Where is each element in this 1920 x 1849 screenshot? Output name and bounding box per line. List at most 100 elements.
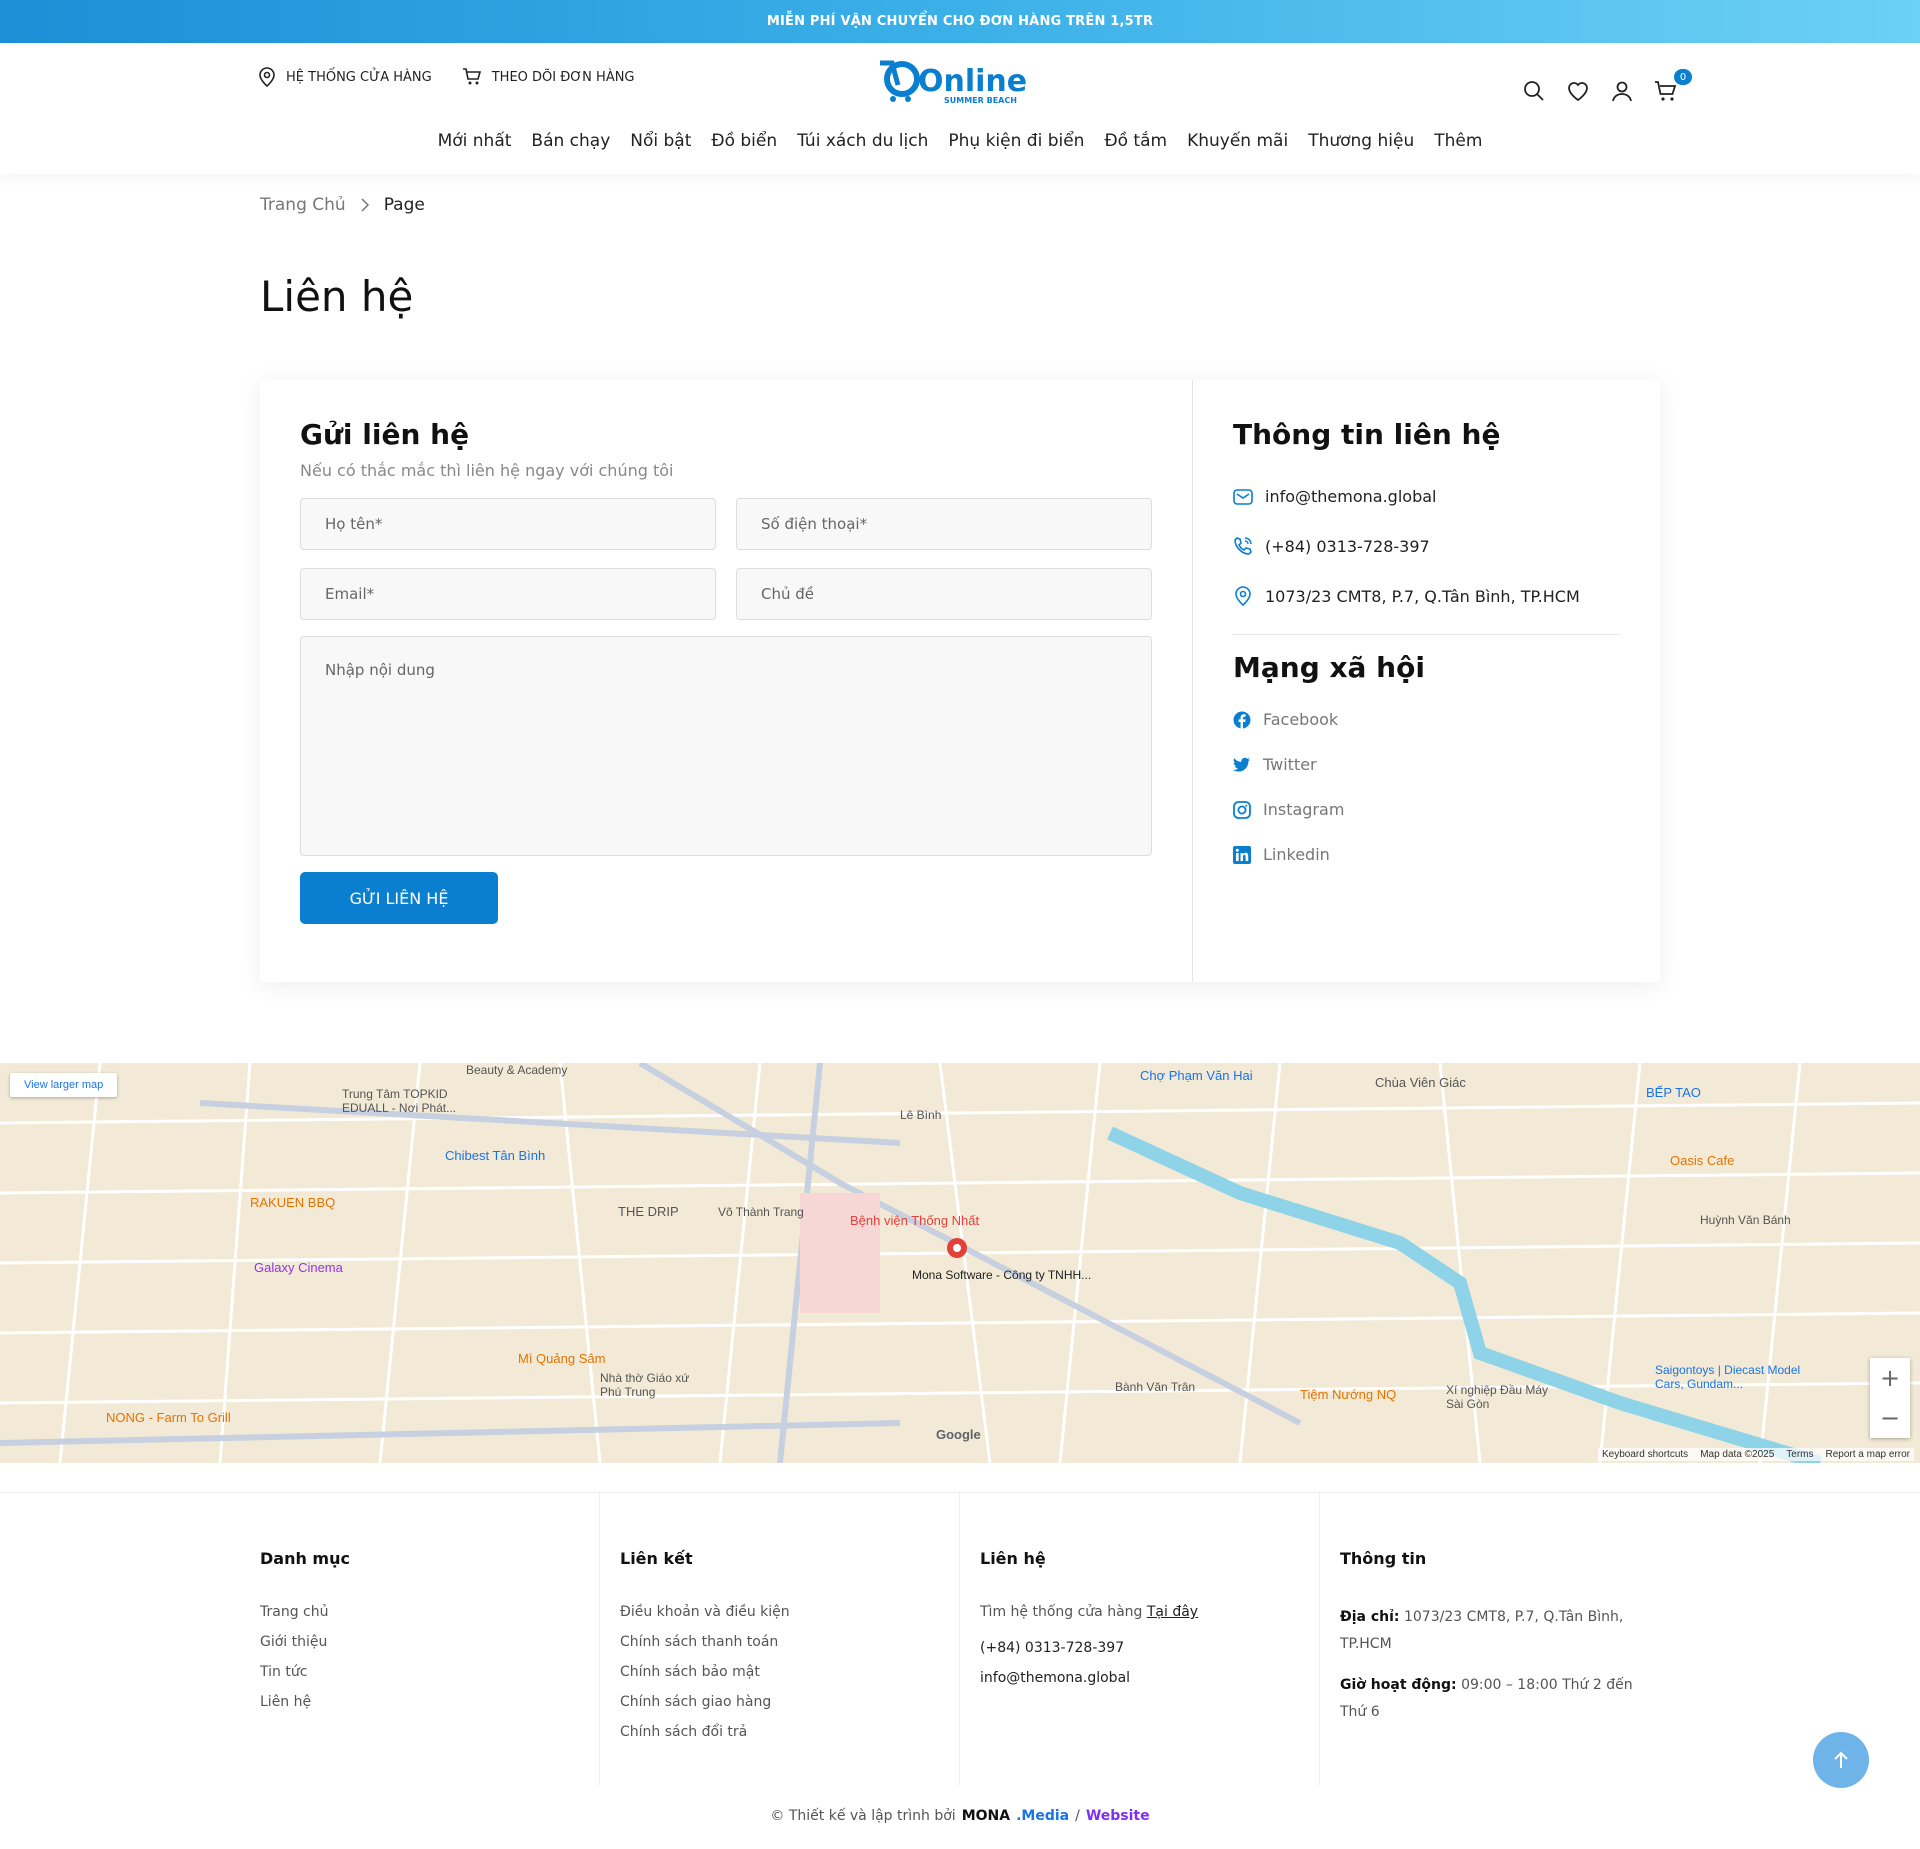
nav-item-bestseller[interactable]: Bán chạy — [531, 131, 610, 151]
site-logo[interactable]: Online SUMMER BEACH — [878, 55, 1033, 105]
footer-store-text: Tìm hệ thống cửa hàng — [980, 1604, 1143, 1620]
social-linkedin[interactable]: Linkedin — [1233, 845, 1620, 864]
breadcrumb-home[interactable]: Trang Chủ — [260, 195, 346, 215]
footer-contact-title: Liên hệ — [980, 1549, 1046, 1568]
arrow-up-icon — [1834, 1751, 1848, 1768]
zoom-in-button[interactable]: + — [1870, 1358, 1910, 1398]
name-field[interactable]: Họ tên* — [300, 498, 716, 550]
zoom-out-button[interactable]: − — [1870, 1398, 1910, 1438]
map-label: Tiệm Nướng NQ — [1300, 1387, 1397, 1402]
back-to-top-button[interactable] — [1813, 1732, 1869, 1788]
social-twitter[interactable]: Twitter — [1233, 755, 1620, 774]
main-nav: Mới nhất Bán chạy Nổi bật Đồ biển Túi xá… — [0, 131, 1920, 151]
twitter-icon — [1233, 757, 1250, 772]
nav-item-featured[interactable]: Nổi bật — [630, 131, 691, 151]
contact-info-panel: Thông tin liên hệ info@themona.global (+… — [1193, 380, 1660, 982]
map-label: Beauty & Academy — [466, 1063, 568, 1077]
footer-link[interactable]: Chính sách thanh toán — [620, 1634, 959, 1650]
footer-phone[interactable]: (+84) 0313-728-397 — [980, 1640, 1319, 1656]
user-icon — [1612, 81, 1632, 102]
instagram-icon — [1233, 800, 1251, 819]
footer-link[interactable]: Tin tức — [260, 1664, 599, 1680]
brand-mona[interactable]: MONA — [962, 1808, 1010, 1824]
social-instagram[interactable]: Instagram — [1233, 800, 1620, 819]
track-order-label: THEO DÕI ĐƠN HÀNG — [491, 69, 635, 85]
footer-link[interactable]: Liên hệ — [260, 1694, 599, 1710]
footer-link[interactable]: Chính sách bảo mật — [620, 1664, 959, 1680]
copyright-text: © Thiết kế và lập trình bởi — [770, 1808, 956, 1824]
nav-item-swimwear[interactable]: Đồ tắm — [1104, 131, 1167, 151]
footer-link[interactable]: Điều khoản và điều kiện — [620, 1604, 959, 1620]
map-label: Chợ Phạm Văn Hai — [1140, 1068, 1253, 1083]
nav-item-newest[interactable]: Mới nhất — [438, 131, 512, 151]
nav-item-more[interactable]: Thêm — [1434, 131, 1482, 151]
contact-address-text: 1073/23 CMT8, P.7, Q.Tân Bình, TP.HCM — [1265, 586, 1580, 606]
site-header: HỆ THỐNG CỬA HÀNG THEO DÕI ĐƠN HÀNG Onli… — [0, 43, 1920, 174]
account-button[interactable] — [1610, 79, 1634, 103]
brand-website[interactable]: Website — [1086, 1808, 1150, 1824]
footer-links: Liên kết Điều khoản và điều kiện Chính s… — [620, 1493, 960, 1785]
store-system-link[interactable]: HỆ THỐNG CỬA HÀNG — [258, 67, 432, 87]
footer-store-link[interactable]: Tại đây — [1147, 1604, 1198, 1620]
social-facebook[interactable]: Facebook — [1233, 710, 1620, 729]
facebook-icon — [1233, 711, 1251, 729]
report-error-link[interactable]: Report a map error — [1826, 1449, 1910, 1460]
contact-email[interactable]: info@themona.global — [1233, 487, 1620, 506]
map-label: Lê Bình — [900, 1108, 942, 1122]
promo-text: MIỄN PHÍ VẬN CHUYỂN CHO ĐƠN HÀNG TRÊN 1,… — [766, 14, 1154, 29]
email-field[interactable]: Email* — [300, 568, 716, 620]
message-textarea[interactable]: Nhập nội dung — [300, 636, 1152, 856]
footer-address: Địa chỉ: 1073/23 CMT8, P.7, Q.Tân Bình, … — [1340, 1604, 1640, 1658]
nav-item-beach-accessories[interactable]: Phụ kiện đi biển — [948, 131, 1084, 151]
footer-info-title: Thông tin — [1340, 1549, 1427, 1568]
social-facebook-label: Facebook — [1263, 710, 1339, 729]
linkedin-icon — [1233, 845, 1251, 864]
submit-button[interactable]: GỬI LIÊN HỆ — [300, 872, 498, 924]
phone-field[interactable]: Số điện thoại* — [736, 498, 1152, 550]
subject-field[interactable]: Chủ đề — [736, 568, 1152, 620]
divider — [1233, 634, 1619, 635]
cart-icon — [462, 68, 481, 85]
footer-email[interactable]: info@themona.global — [980, 1670, 1319, 1686]
brand-media[interactable]: .Media — [1016, 1808, 1069, 1824]
footer-categories: Danh mục Trang chủ Giới thiệu Tin tức Li… — [260, 1493, 600, 1785]
map-label: Nhà thờ Giáo xứ Phú Trung — [600, 1371, 690, 1399]
search-icon — [1524, 81, 1544, 101]
map-attribution: Keyboard shortcuts Map data ©2025 Terms … — [1598, 1448, 1914, 1461]
view-larger-map-link[interactable]: View larger map — [10, 1073, 118, 1097]
footer-link[interactable]: Trang chủ — [260, 1604, 599, 1620]
contact-form: Gửi liên hệ Nếu có thắc mắc thì liên hệ … — [260, 380, 1193, 982]
footer-link[interactable]: Giới thiệu — [260, 1634, 599, 1650]
map-label: RAKUEN BBQ — [250, 1195, 336, 1210]
cart-button[interactable]: 0 — [1654, 69, 1692, 103]
map-label: Galaxy Cinema — [254, 1260, 343, 1275]
nav-item-travel-bags[interactable]: Túi xách du lịch — [797, 131, 928, 151]
google-map[interactable]: View larger map Mona Software - Công ty … — [0, 1063, 1920, 1463]
footer-link[interactable]: Chính sách đổi trả — [620, 1724, 959, 1740]
map-label: Bành Văn Trân — [1115, 1380, 1196, 1394]
contact-email-text: info@themona.global — [1265, 487, 1437, 506]
map-label: NONG - Farm To Grill — [106, 1410, 231, 1425]
map-label: BẾP TAO — [1646, 1085, 1701, 1100]
map-label: Oasis Cafe — [1670, 1153, 1735, 1168]
contact-phone[interactable]: (+84) 0313-728-397 — [1233, 536, 1620, 556]
location-pin-icon — [259, 67, 275, 87]
search-button[interactable] — [1522, 79, 1546, 103]
footer-link[interactable]: Chính sách giao hàng — [620, 1694, 959, 1710]
footer-contact: Liên hệ Tìm hệ thống cửa hàng Tại đây (+… — [980, 1493, 1320, 1785]
footer-info: Thông tin Địa chỉ: 1073/23 CMT8, P.7, Q.… — [1340, 1493, 1660, 1785]
nav-item-promotions[interactable]: Khuyến mãi — [1187, 131, 1288, 151]
keyboard-shortcuts-link[interactable]: Keyboard shortcuts — [1602, 1449, 1688, 1460]
nav-item-beachwear[interactable]: Đồ biển — [711, 131, 777, 151]
contact-address: 1073/23 CMT8, P.7, Q.Tân Bình, TP.HCM — [1233, 586, 1620, 606]
map-label: THE DRIP — [618, 1204, 679, 1219]
nav-item-brands[interactable]: Thương hiệu — [1308, 131, 1414, 151]
phone-icon — [1234, 537, 1252, 555]
map-marker-label: Mona Software - Công ty TNHH... — [912, 1268, 1092, 1282]
track-order-link[interactable]: THEO DÕI ĐƠN HÀNG — [462, 67, 635, 87]
social-title: Mạng xã hội — [1233, 651, 1425, 684]
wishlist-button[interactable] — [1566, 79, 1590, 103]
heart-icon — [1568, 82, 1588, 102]
terms-link[interactable]: Terms — [1786, 1449, 1813, 1460]
cart-icon — [1655, 81, 1677, 101]
